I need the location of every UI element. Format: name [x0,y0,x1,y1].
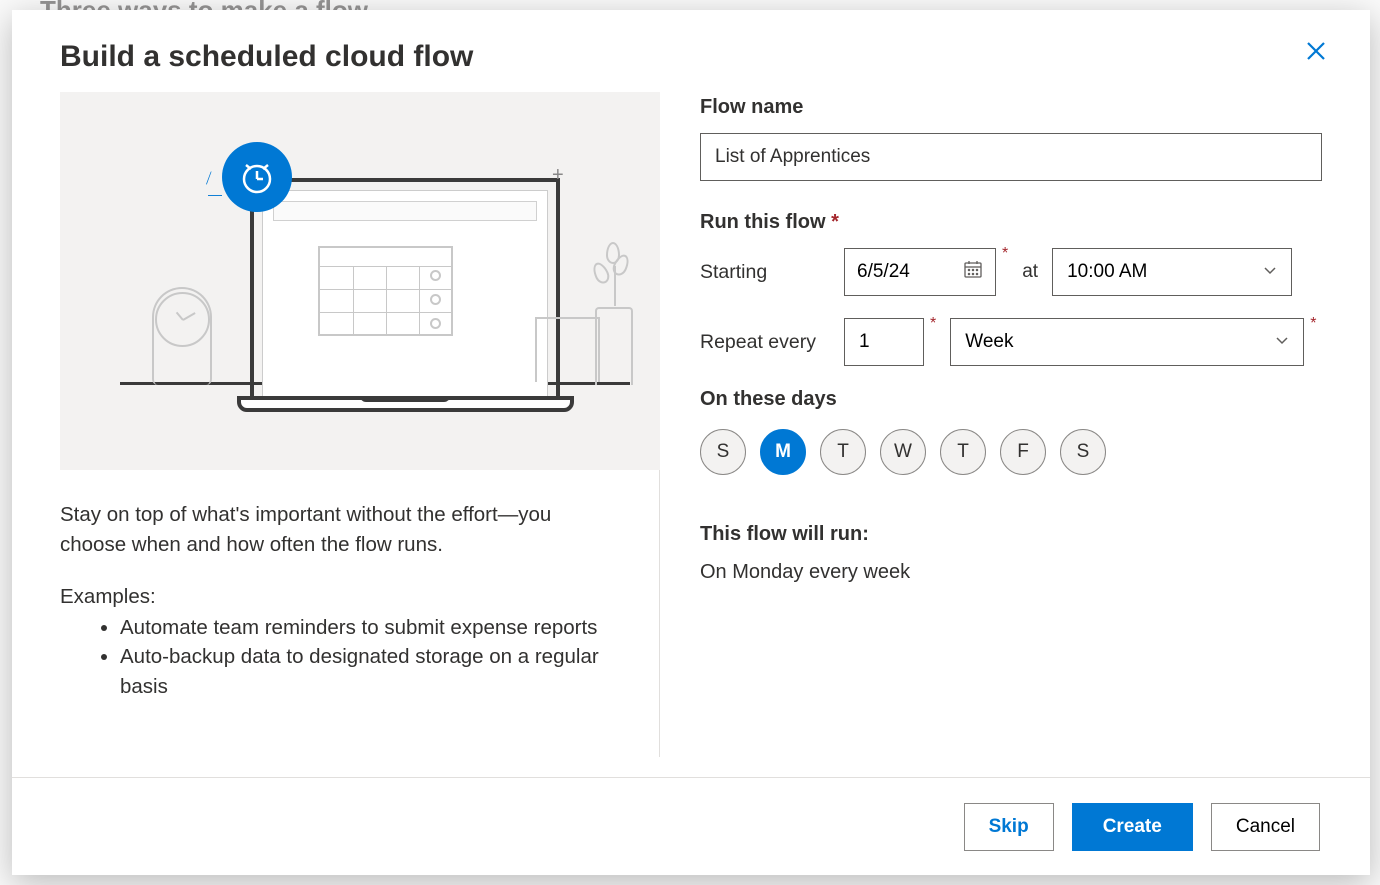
cancel-button[interactable]: Cancel [1211,803,1320,851]
run-summary: This flow will run: On Monday every week [700,515,1322,591]
right-column: Flow name Run this flow * Starting 6/5/2… [700,92,1322,757]
flow-name-label: Flow name [700,96,1322,119]
calendar-icon [963,259,983,285]
close-button[interactable] [1300,35,1332,67]
repeat-unit-select[interactable]: Week [950,318,1304,366]
clock-badge-icon [222,142,292,212]
scheduled-flow-modal: Build a scheduled cloud flow [12,10,1370,875]
scheduled-flow-illustration: ⟋ — + [60,92,660,470]
repeat-count-input[interactable] [844,318,924,366]
example-item: Auto-backup data to designated storage o… [120,642,621,701]
repeat-label: Repeat every [700,331,830,354]
modal-header: Build a scheduled cloud flow [12,10,1370,92]
run-summary-text: On Monday every week [700,553,1322,591]
examples-label: Examples: [60,585,621,609]
days-label: On these days [700,388,1322,411]
starting-label: Starting [700,261,830,284]
example-item: Automate team reminders to submit expens… [120,613,621,643]
chevron-down-icon [1263,261,1277,283]
day-sunday[interactable]: S [700,429,746,475]
run-summary-head: This flow will run: [700,515,1322,553]
starting-time-select[interactable]: 10:00 AM [1052,248,1292,296]
close-icon [1305,40,1327,62]
run-flow-label: Run this flow * [700,211,1322,234]
flow-name-input[interactable] [700,133,1322,181]
at-label: at [1022,261,1038,283]
day-tuesday[interactable]: T [820,429,866,475]
modal-footer: Skip Create Cancel [12,777,1370,875]
modal-body: ⟋ — + Stay on top of what's important wi… [12,92,1370,777]
chevron-down-icon [1275,331,1289,353]
modal-title: Build a scheduled cloud flow [60,40,473,74]
description-text: Stay on top of what's important without … [60,500,621,561]
create-button[interactable]: Create [1072,803,1193,851]
starting-date-value: 6/5/24 [857,261,910,283]
day-selector: S M T W T F S [700,429,1322,475]
skip-button[interactable]: Skip [964,803,1054,851]
repeat-row: Repeat every * Week * [700,318,1322,366]
repeat-unit-value: Week [965,331,1013,353]
starting-time-value: 10:00 AM [1067,261,1147,283]
left-column: ⟋ — + Stay on top of what's important wi… [60,92,660,757]
day-thursday[interactable]: T [940,429,986,475]
day-friday[interactable]: F [1000,429,1046,475]
starting-date-input[interactable]: 6/5/24 [844,248,996,296]
day-saturday[interactable]: S [1060,429,1106,475]
examples-list: Automate team reminders to submit expens… [60,613,621,702]
day-wednesday[interactable]: W [880,429,926,475]
starting-row: Starting 6/5/24 * at [700,248,1322,296]
day-monday[interactable]: M [760,429,806,475]
